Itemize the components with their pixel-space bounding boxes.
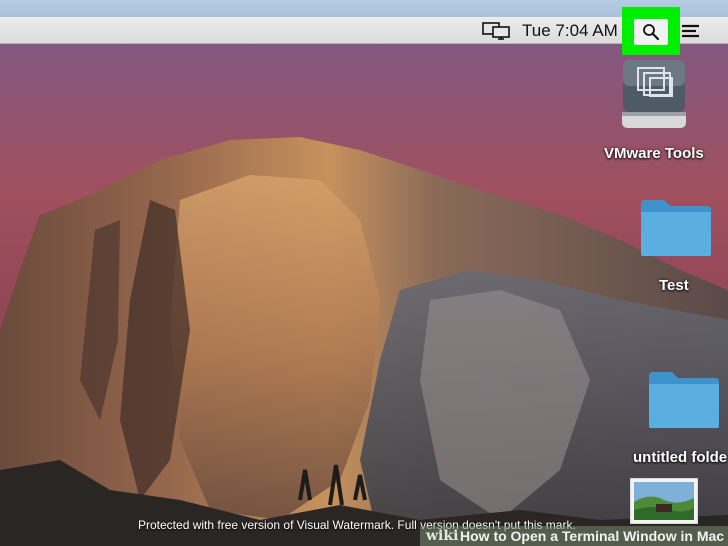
notification-center-button[interactable]: [682, 24, 700, 38]
desktop-icon-label: untitled folde: [633, 449, 728, 466]
wikihow-article-title: How to Open a Terminal Window in Mac: [460, 528, 725, 544]
menu-bar: Tue 7:04 AM: [0, 17, 728, 44]
desktop-icon-vmware-tools[interactable]: [620, 56, 690, 132]
desktop-icon-label: Test: [659, 277, 689, 294]
wikihow-logo: wiki: [426, 528, 459, 544]
menu-bar-clock[interactable]: Tue 7:04 AM: [522, 21, 618, 41]
desktop-icon-untitled-folder[interactable]: [648, 370, 720, 430]
spotlight-button-face: [634, 19, 668, 45]
display-mirroring-icon[interactable]: [482, 22, 512, 40]
window-top-strip: [0, 0, 728, 17]
desktop-icon-label: VMware Tools: [604, 145, 704, 162]
search-icon: [643, 24, 660, 41]
mac-desktop-screen: Tue 7:04 AM VMware Tools Test untitled f…: [0, 0, 728, 546]
wikihow-banner: wiki How to Open a Terminal Window in Ma…: [420, 526, 728, 546]
desktop-wallpaper: [0, 0, 728, 546]
spotlight-search-button[interactable]: [622, 7, 680, 55]
folder-icon: [641, 200, 711, 256]
disk-image-icon: [622, 60, 686, 128]
image-file-icon: [629, 477, 699, 525]
desktop-icon-test-folder[interactable]: [640, 198, 712, 258]
folder-icon: [649, 372, 719, 428]
desktop-icon-image-file[interactable]: [629, 477, 699, 525]
menu-lines-icon: [682, 24, 699, 38]
